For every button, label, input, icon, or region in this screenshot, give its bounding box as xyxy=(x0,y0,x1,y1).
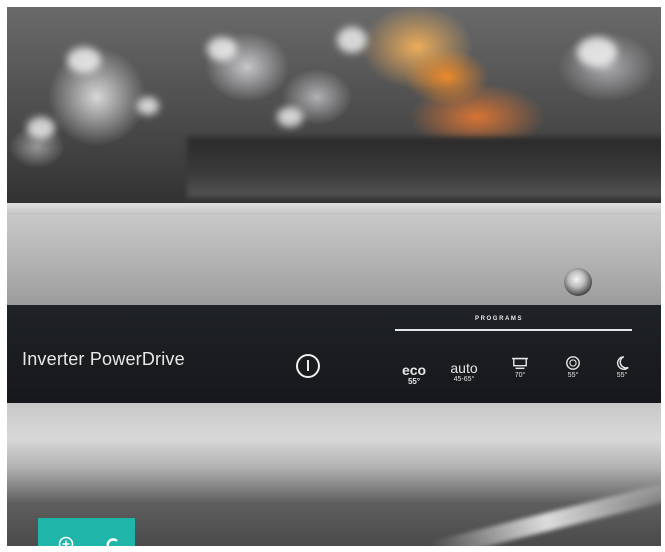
program-eco-temp: 55° xyxy=(407,377,421,386)
pot-icon xyxy=(512,357,528,370)
brand-label: Inverter PowerDrive xyxy=(22,349,185,369)
steel-reflection xyxy=(428,484,661,546)
blurred-highlight xyxy=(67,47,101,73)
screw-icon xyxy=(564,268,592,296)
dishwasher-photo: Inverter PowerDrive PROGRAMS eco 55° aut… xyxy=(7,7,661,546)
program-eco-label: eco xyxy=(401,362,427,378)
media-controls-overlay[interactable] xyxy=(38,518,135,552)
power-button-icon[interactable] xyxy=(296,354,320,378)
dish-rack xyxy=(187,137,661,197)
moon-icon xyxy=(616,356,629,370)
blurred-highlight xyxy=(27,117,55,139)
c-icon[interactable] xyxy=(106,538,120,552)
door-top-highlight xyxy=(7,203,661,215)
program-pot-temp: 70° xyxy=(514,372,526,379)
control-panel: Inverter PowerDrive PROGRAMS eco 55° aut… xyxy=(7,305,661,403)
zoom-in-icon[interactable] xyxy=(58,536,74,552)
blurred-highlight xyxy=(337,27,367,53)
programs-divider xyxy=(395,329,632,331)
program-eco[interactable]: eco 55° xyxy=(397,363,431,387)
programs-header: PROGRAMS xyxy=(475,316,524,322)
door-top-edge xyxy=(7,203,661,305)
dishwasher-interior xyxy=(7,7,661,217)
program-auto[interactable]: auto 45-65° xyxy=(443,361,485,385)
blurred-highlight xyxy=(577,37,617,67)
program-night-temp: 55° xyxy=(616,372,628,379)
blurred-highlight xyxy=(277,107,303,127)
blurred-highlight xyxy=(137,97,159,115)
program-pot[interactable]: 70° xyxy=(507,355,533,381)
program-auto-temp: 45-65° xyxy=(453,376,475,383)
program-auto-label: auto xyxy=(450,360,478,376)
blurred-highlight xyxy=(207,37,237,61)
program-night[interactable]: 55° xyxy=(609,355,635,381)
program-plate-temp: 55° xyxy=(567,372,579,379)
program-plate[interactable]: 55° xyxy=(560,355,586,381)
plate-icon xyxy=(566,356,580,370)
